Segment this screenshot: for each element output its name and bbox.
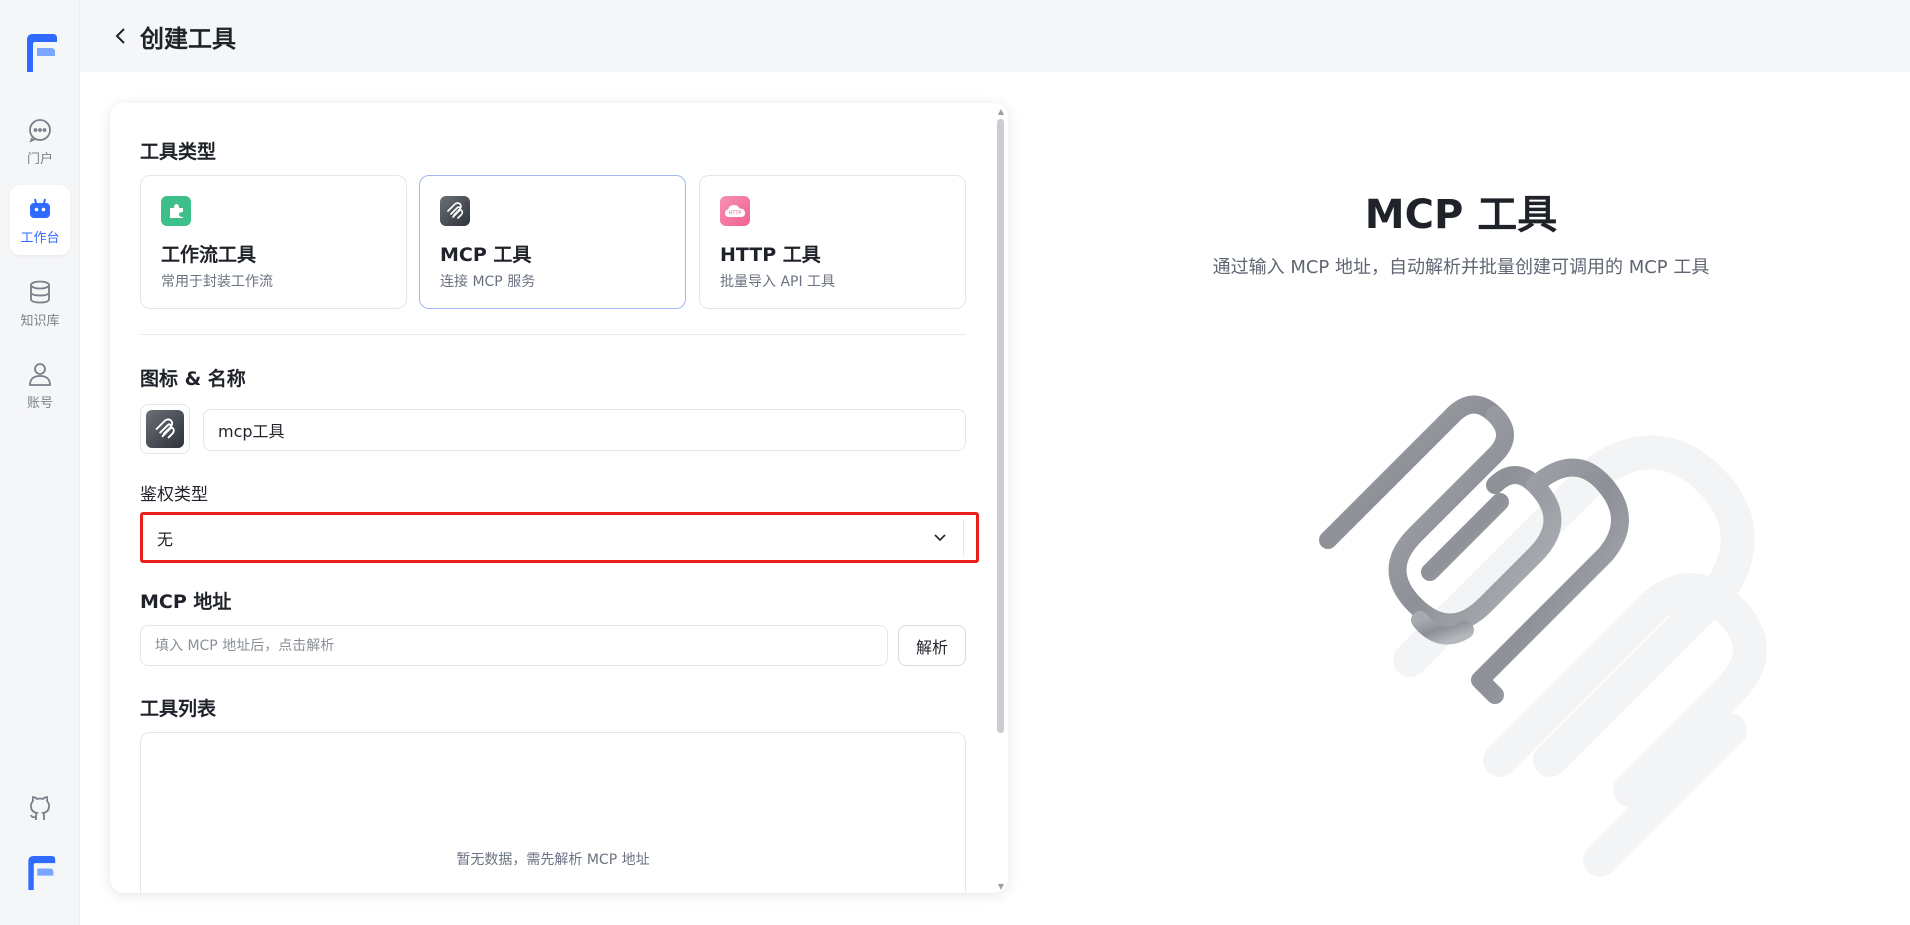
tool-list-empty-text: 暂无数据，需先解析 MCP 地址 bbox=[456, 852, 650, 868]
type-name: MCP 工具 bbox=[440, 244, 532, 266]
tool-icon-picker[interactable] bbox=[140, 404, 190, 454]
icon-name-label: 图标 & 名称 bbox=[140, 368, 246, 390]
sidebar-item-label: 账号 bbox=[26, 395, 53, 411]
sidebar: 门户 工作台 知识库 账号 bbox=[0, 0, 80, 925]
preview-title: MCP 工具 bbox=[1364, 192, 1558, 238]
user-icon bbox=[29, 362, 51, 386]
type-name: 工作流工具 bbox=[161, 244, 257, 266]
page-header: 创建工具 bbox=[80, 0, 1910, 72]
chat-icon bbox=[29, 118, 51, 143]
puzzle-icon bbox=[161, 196, 191, 226]
page-title: 创建工具 bbox=[140, 24, 236, 53]
scrollbar-thumb[interactable] bbox=[997, 119, 1004, 733]
preview-description: 通过输入 MCP 地址，自动解析并批量创建可调用的 MCP 工具 bbox=[1212, 257, 1710, 278]
type-card-mcp[interactable]: MCP 工具 连接 MCP 服务 bbox=[419, 175, 686, 309]
sidebar-item-label: 门户 bbox=[26, 151, 53, 167]
mcp-address-label: MCP 地址 bbox=[140, 591, 232, 613]
auth-type-value: 无 bbox=[157, 529, 174, 549]
mcp-address-input[interactable] bbox=[140, 625, 888, 666]
tool-name-input[interactable] bbox=[203, 409, 966, 451]
auth-type-select[interactable]: 无 bbox=[140, 512, 979, 563]
type-desc: 连接 MCP 服务 bbox=[440, 274, 536, 290]
type-card-http[interactable]: HTTP HTTP 工具 批量导入 API 工具 bbox=[699, 175, 966, 309]
sidebar-item-account[interactable]: 账号 bbox=[10, 350, 70, 420]
section-divider bbox=[140, 334, 966, 335]
tool-list: 暂无数据，需先解析 MCP 地址 bbox=[140, 732, 966, 893]
type-card-workflow[interactable]: 工作流工具 常用于封装工作流 bbox=[140, 175, 407, 309]
back-arrow-icon[interactable] bbox=[110, 25, 132, 47]
robot-icon bbox=[30, 198, 50, 218]
app-logo-bottom[interactable] bbox=[23, 854, 57, 892]
tool-list-label: 工具列表 bbox=[140, 698, 217, 720]
scroll-up-icon[interactable]: ▲ bbox=[998, 107, 1004, 116]
auth-type-label: 鉴权类型 bbox=[140, 485, 208, 505]
type-desc: 批量导入 API 工具 bbox=[720, 274, 836, 290]
select-edge bbox=[963, 519, 964, 557]
mcp-icon bbox=[440, 196, 470, 226]
sidebar-item-portal[interactable]: 门户 bbox=[10, 106, 70, 176]
app-logo[interactable] bbox=[21, 32, 59, 74]
mcp-icon bbox=[146, 410, 184, 448]
svg-text:HTTP: HTTP bbox=[729, 211, 742, 217]
tool-type-label: 工具类型 bbox=[140, 141, 217, 163]
database-icon bbox=[30, 280, 50, 303]
mcp-illustration-icon bbox=[1319, 395, 1767, 877]
sidebar-item-label: 工作台 bbox=[20, 230, 60, 246]
type-desc: 常用于封装工作流 bbox=[161, 274, 273, 290]
scroll-down-icon[interactable]: ▼ bbox=[998, 882, 1004, 891]
sidebar-item-workbench[interactable]: 工作台 bbox=[10, 185, 70, 255]
github-icon[interactable] bbox=[25, 794, 55, 824]
http-cloud-icon: HTTP bbox=[720, 196, 750, 226]
tool-form-card: 工具类型 工作流工具 常用于封装工作流 MCP 工具 连接 MCP 服务 HTT… bbox=[110, 103, 1008, 893]
parse-button[interactable]: 解析 bbox=[898, 625, 966, 666]
sidebar-item-knowledge[interactable]: 知识库 bbox=[10, 268, 70, 338]
chevron-down-icon bbox=[934, 534, 946, 542]
type-name: HTTP 工具 bbox=[720, 244, 821, 266]
sidebar-item-label: 知识库 bbox=[20, 313, 60, 329]
